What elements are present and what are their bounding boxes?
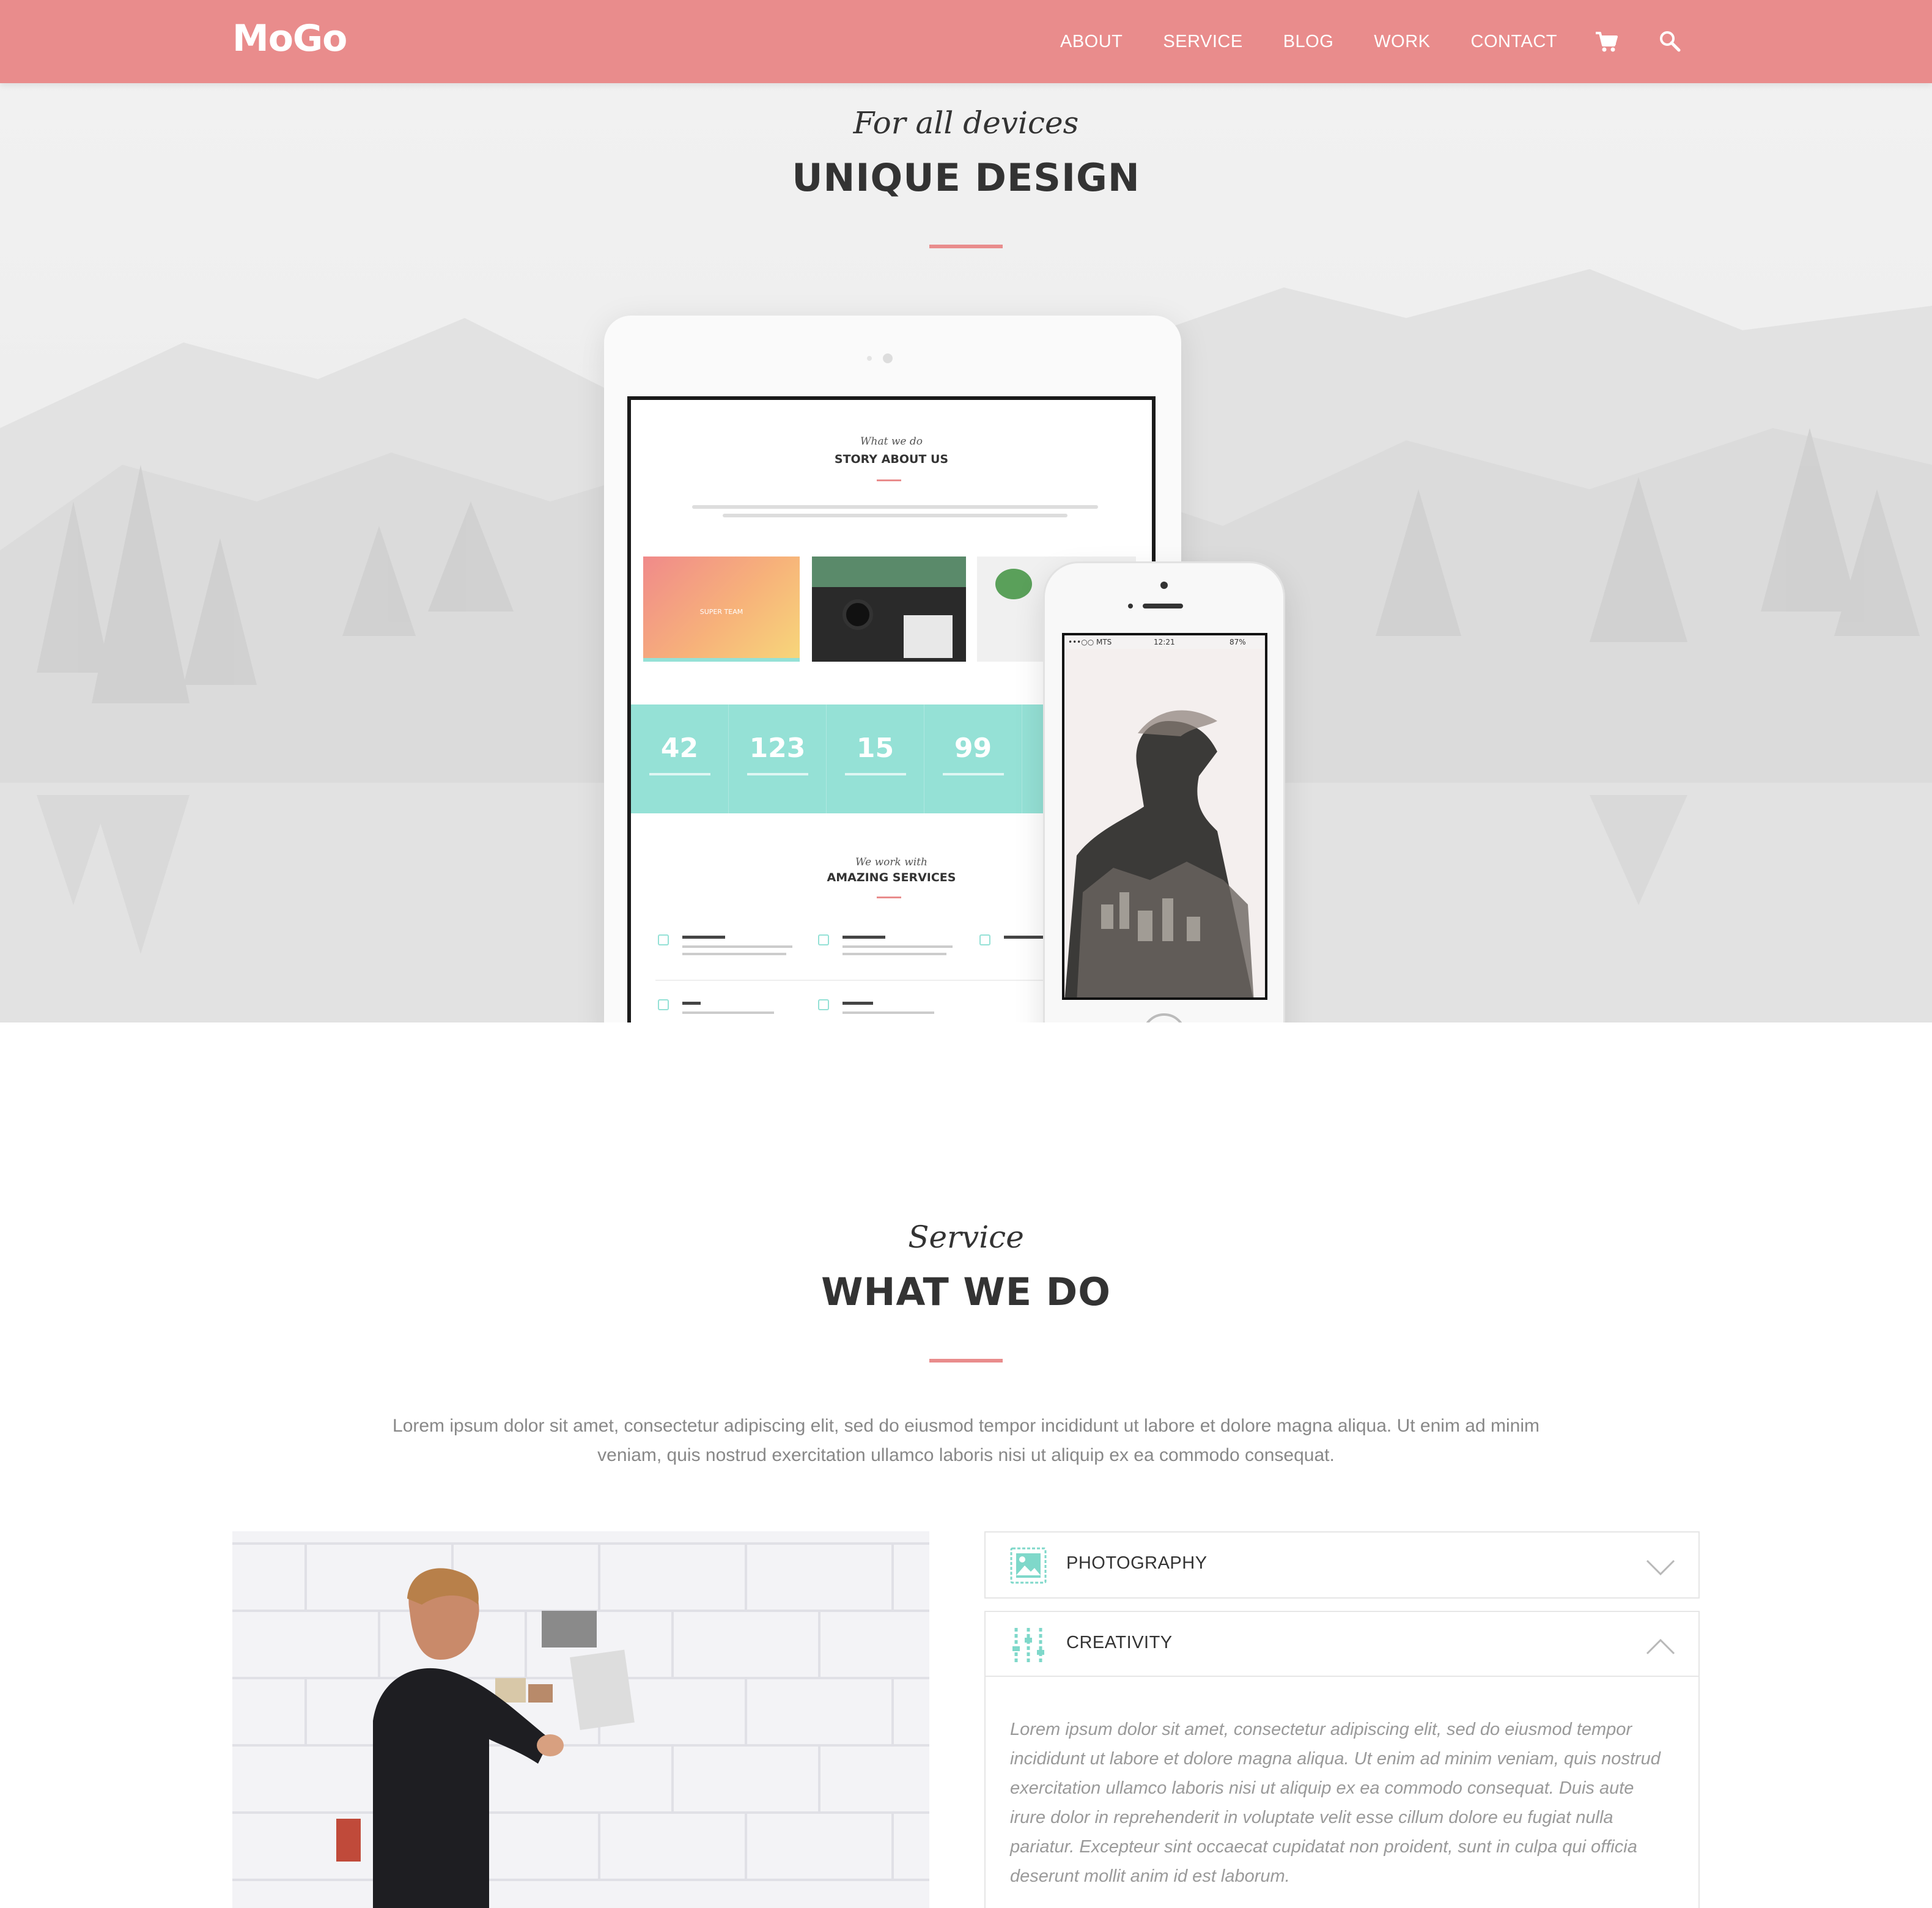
service-script-title: Service — [908, 1219, 1024, 1255]
tablet-stat: 42 — [631, 704, 729, 813]
tablet-service-text — [842, 1011, 934, 1014]
service-title: WHAT WE DO — [821, 1270, 1111, 1314]
css-html-service-icon — [818, 999, 829, 1010]
accordion-item-photography[interactable]: PHOTOGRAPHY — [984, 1531, 1700, 1599]
phone-screen: •••○○ MTS 12:21 87% — [1062, 633, 1267, 1000]
creativity-service-icon — [979, 934, 990, 945]
hero-section: For all devices UNIQUE DESIGN What we do… — [0, 0, 1932, 1022]
tablet-service-text — [682, 945, 792, 948]
site-logo[interactable]: MoGo — [232, 17, 347, 60]
seo-service-icon — [658, 999, 669, 1010]
phone-speaker — [1143, 604, 1183, 608]
tablet-service-title — [842, 936, 885, 939]
service-photo — [232, 1531, 929, 1908]
accordion-header[interactable]: CREATIVITY — [986, 1612, 1698, 1677]
service-intro-text: Lorem ipsum dolor sit amet, consectetur … — [393, 1416, 1539, 1465]
tablet-service-text — [682, 953, 786, 955]
cart-icon[interactable] — [1593, 28, 1620, 55]
web-design-service-icon — [818, 934, 829, 945]
tablet-stat: 123 — [729, 704, 827, 813]
phone-camera — [1160, 582, 1168, 589]
phone-sensor — [1128, 604, 1133, 608]
tablet-title: STORY ABOUT US — [834, 453, 949, 466]
photography-service-icon — [658, 934, 669, 945]
tablet-text-line — [692, 505, 1098, 509]
tablet-stat: 99 — [924, 704, 1022, 813]
chevron-up-icon[interactable] — [1645, 1630, 1676, 1662]
tablet-service-text — [682, 1011, 774, 1014]
tablet-service-title — [1004, 936, 1047, 939]
accordion-title: CREATIVITY — [1066, 1633, 1173, 1652]
top-navigation-bar: MoGo ABOUT SERVICE BLOG WORK CONTACT — [0, 0, 1932, 83]
tablet-desk-photo — [812, 556, 966, 662]
tablet-sensor — [867, 356, 872, 361]
hero-script-title: For all devices — [853, 105, 1079, 141]
accordion-item-creativity[interactable]: CREATIVITY — [984, 1611, 1700, 1677]
service-title-divider — [929, 1359, 1003, 1363]
man-at-brick-wall-photo — [232, 1531, 929, 1908]
search-icon[interactable] — [1657, 28, 1684, 55]
tablet-service-text — [842, 953, 946, 955]
tablet-service-title — [682, 936, 725, 939]
accordion-body-text: Lorem ipsum dolor sit amet, consectetur … — [1010, 1720, 1661, 1886]
tablet-service-text — [842, 945, 953, 948]
tablet-service-title — [682, 1002, 701, 1005]
hero-title-divider — [929, 245, 1003, 248]
tablet-title-divider — [877, 479, 901, 481]
tablet-text-line — [723, 514, 1067, 517]
tablet-script-heading: What we do — [860, 435, 923, 448]
nav-blog[interactable]: BLOG — [1283, 29, 1334, 54]
tablet-camera — [883, 353, 893, 363]
tablet-stat: 15 — [827, 704, 924, 813]
image-icon — [1010, 1547, 1047, 1584]
tablet-service-title — [842, 1002, 873, 1005]
hero-title: UNIQUE DESIGN — [792, 155, 1140, 200]
double-exposure-portrait — [1064, 649, 1265, 997]
accordion-panel-creativity: Lorem ipsum dolor sit amet, consectetur … — [984, 1676, 1700, 1908]
accordion-title: PHOTOGRAPHY — [1066, 1553, 1208, 1573]
nav-work[interactable]: WORK — [1374, 29, 1430, 54]
equalizer-icon — [1012, 1628, 1044, 1662]
nav-contact[interactable]: CONTACT — [1471, 29, 1558, 54]
tablet-team-card: SUPER TEAM — [643, 556, 800, 662]
tablet-services-divider — [877, 897, 901, 898]
nav-service[interactable]: SERVICE — [1163, 29, 1242, 54]
chevron-down-icon[interactable] — [1645, 1551, 1676, 1583]
phone-home-button — [1142, 1013, 1186, 1022]
main-nav: ABOUT SERVICE BLOG WORK CONTACT — [1060, 29, 1557, 54]
accordion-header[interactable]: PHOTOGRAPHY — [986, 1533, 1698, 1597]
nav-about[interactable]: ABOUT — [1060, 29, 1123, 54]
phone-mockup: •••○○ MTS 12:21 87% — [1043, 561, 1285, 1022]
team-card-label: SUPER TEAM — [699, 608, 743, 616]
